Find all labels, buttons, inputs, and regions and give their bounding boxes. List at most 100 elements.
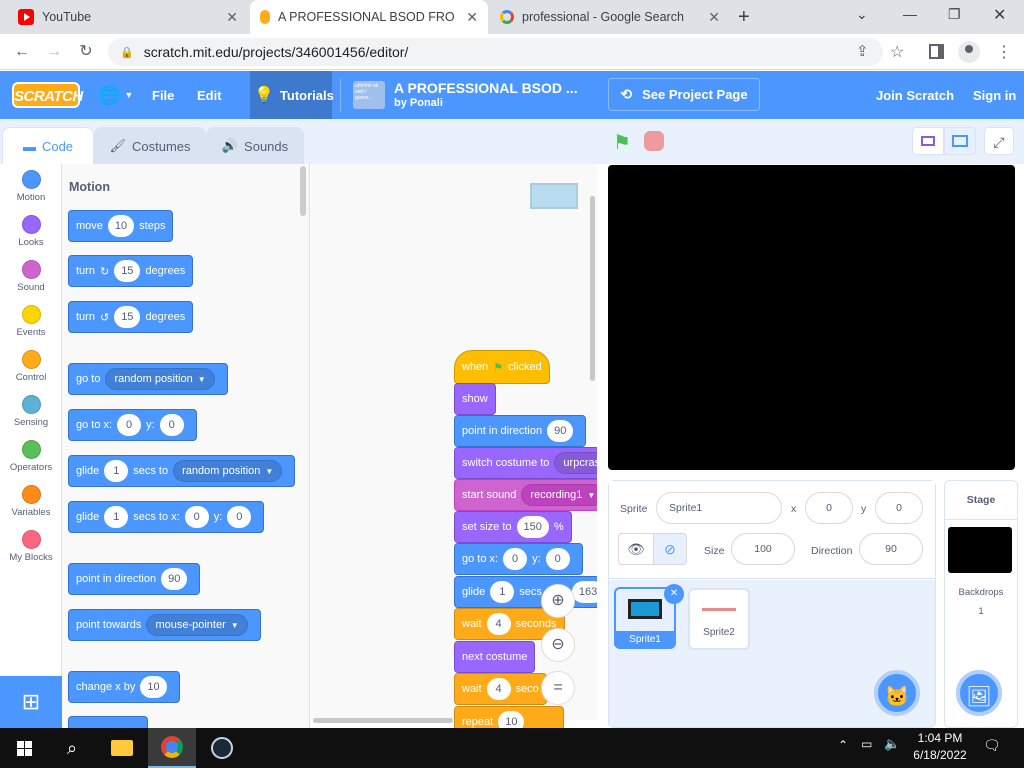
bookmark-star-icon[interactable]: ☆ bbox=[890, 42, 904, 62]
delete-sprite-trash-icon[interactable]: ✕ bbox=[664, 584, 684, 604]
block-input[interactable]: 10 bbox=[498, 711, 525, 728]
block-input[interactable]: 163 bbox=[571, 581, 597, 603]
block-input[interactable]: 0 bbox=[545, 548, 570, 570]
profile-avatar-icon[interactable] bbox=[958, 41, 980, 63]
block-show[interactable]: show bbox=[454, 383, 496, 415]
file-explorer-icon[interactable] bbox=[98, 728, 146, 768]
block-input[interactable]: 1 bbox=[104, 506, 129, 528]
small-stage-button[interactable] bbox=[912, 127, 944, 155]
block-input[interactable]: 0 bbox=[159, 414, 184, 436]
forward-arrow-icon[interactable]: → bbox=[44, 42, 64, 62]
block-dropdown[interactable]: recording1 ▼ bbox=[521, 484, 597, 506]
block-input[interactable]: 4 bbox=[486, 678, 511, 700]
project-title[interactable]: A PROFESSIONAL BSOD ... bbox=[394, 80, 578, 96]
taskbar-date[interactable]: 6/18/2022 bbox=[905, 748, 975, 762]
steam-icon[interactable] bbox=[198, 728, 246, 768]
tutorials-button[interactable]: 💡 Tutorials bbox=[254, 71, 334, 119]
block-dropdown[interactable]: random position ▼ bbox=[173, 460, 283, 482]
address-bar[interactable]: 🔒 scratch.mit.edu/projects/346001456/edi… bbox=[108, 38, 883, 66]
category-variables[interactable]: Variables bbox=[0, 485, 62, 518]
block-start-sound[interactable]: start sound recording1 ▼ bbox=[454, 479, 597, 511]
block-input[interactable]: 15 bbox=[114, 306, 141, 328]
windows-start-icon[interactable] bbox=[0, 728, 48, 768]
hide-sprite-icon[interactable]: ⊘ bbox=[653, 533, 687, 565]
green-flag-icon[interactable]: ⚑ bbox=[613, 130, 631, 155]
language-menu[interactable]: 🌐 ▼ bbox=[98, 71, 133, 119]
block-turn-left[interactable]: turn ↺ 15 degrees bbox=[68, 301, 194, 333]
block-dropdown[interactable]: random position ▼ bbox=[105, 368, 215, 390]
block-point-in-direction[interactable]: point in direction 90 bbox=[454, 415, 587, 447]
zoom-out-button[interactable]: ⊖ bbox=[541, 628, 575, 662]
show-sprite-eye-icon[interactable]: 👁 bbox=[618, 533, 654, 565]
zoom-reset-button[interactable]: = bbox=[541, 671, 575, 705]
join-scratch-link[interactable]: Join Scratch bbox=[876, 71, 954, 119]
sprite-name-field[interactable]: Sprite1 bbox=[656, 492, 782, 524]
block-input[interactable]: 150 bbox=[516, 516, 549, 538]
category-operators[interactable]: Operators bbox=[0, 440, 62, 473]
category-looks[interactable]: Looks bbox=[0, 215, 62, 248]
zoom-in-button[interactable]: ⊕ bbox=[541, 584, 575, 618]
script-horizontal-scrollbar[interactable] bbox=[313, 718, 453, 723]
category-events[interactable]: Events bbox=[0, 305, 62, 338]
block-move-steps[interactable]: move 10 steps bbox=[68, 210, 174, 242]
block-input[interactable]: 1 bbox=[490, 581, 515, 603]
block-input[interactable]: 0 bbox=[184, 506, 209, 528]
block-input[interactable]: 1 bbox=[104, 460, 129, 482]
block-repeat[interactable]: repeat 10 bbox=[454, 706, 564, 728]
choose-sprite-button[interactable]: 🐱 bbox=[874, 670, 920, 716]
category-motion[interactable]: Motion bbox=[0, 170, 62, 203]
block-glide[interactable]: glide 1 secs 163 bbox=[454, 576, 597, 608]
tab-sounds[interactable]: 🔊 Sounds bbox=[206, 127, 304, 164]
close-window-button[interactable]: ✕ bbox=[993, 5, 1006, 25]
block-turn-right[interactable]: turn ↻ 15 degrees bbox=[68, 255, 194, 287]
tab-scratch-project[interactable]: A PROFESSIONAL BSOD FRO ✕ bbox=[250, 0, 488, 34]
block-go-to-xy[interactable]: go to x: 0 y: 0 bbox=[454, 543, 583, 575]
block-set-size[interactable]: set size to 150% bbox=[454, 511, 572, 543]
block-input[interactable]: 15 bbox=[114, 260, 141, 282]
x-field[interactable]: 0 bbox=[805, 492, 853, 524]
block-input[interactable]: 4 bbox=[486, 613, 511, 635]
block-input[interactable]: 10 bbox=[140, 676, 167, 698]
block-partial[interactable] bbox=[68, 716, 148, 728]
direction-field[interactable]: 90 bbox=[859, 533, 923, 565]
block-dropdown[interactable]: mouse-pointer ▼ bbox=[146, 614, 248, 636]
block-input[interactable]: 0 bbox=[117, 414, 142, 436]
block-point-in-direction[interactable]: point in direction 90 bbox=[68, 563, 201, 595]
side-panel-icon[interactable] bbox=[929, 44, 944, 59]
add-extension-button[interactable]: ⊞ bbox=[0, 676, 62, 728]
backdrop-thumbnail[interactable] bbox=[948, 527, 1012, 573]
scratch-logo[interactable]: SCRATCH bbox=[12, 82, 83, 108]
block-input[interactable]: 90 bbox=[547, 420, 574, 442]
choose-backdrop-button[interactable]: 🖼 bbox=[956, 670, 1002, 716]
back-arrow-icon[interactable]: ← bbox=[12, 42, 32, 62]
category-sound[interactable]: Sound bbox=[0, 260, 62, 293]
close-tab-icon[interactable]: ✕ bbox=[458, 8, 478, 26]
sign-in-link[interactable]: Sign in bbox=[973, 71, 1016, 119]
project-author[interactable]: by Ponali bbox=[394, 97, 443, 109]
category-sensing[interactable]: Sensing bbox=[0, 395, 62, 428]
tab-youtube[interactable]: YouTube ✕ bbox=[8, 0, 248, 34]
chrome-icon[interactable] bbox=[148, 728, 196, 768]
y-field[interactable]: 0 bbox=[875, 492, 923, 524]
block-input[interactable]: 0 bbox=[227, 506, 252, 528]
see-project-page-button[interactable]: ⟲ See Project Page bbox=[608, 78, 760, 111]
tab-google-search[interactable]: professional - Google Search ✕ bbox=[490, 0, 730, 34]
tab-search-icon[interactable]: ⌄ bbox=[856, 6, 868, 23]
tab-costumes[interactable]: 🖌 Costumes bbox=[94, 127, 206, 164]
stop-sign-icon[interactable] bbox=[644, 131, 664, 151]
sprite-tile[interactable]: Sprite2 bbox=[688, 588, 750, 650]
block-point-towards[interactable]: point towards mouse-pointer ▼ bbox=[68, 609, 261, 641]
large-stage-button[interactable] bbox=[944, 127, 976, 155]
block-glide-to-xy[interactable]: glide 1 secs to x: 0 y: 0 bbox=[68, 501, 265, 533]
block-go-to-xy[interactable]: go to x: 0 y: 0 bbox=[68, 409, 197, 441]
block-when-flag-clicked[interactable]: when ⚑ clicked bbox=[454, 350, 550, 384]
block-input[interactable]: 90 bbox=[161, 568, 188, 590]
reload-icon[interactable]: ↻ bbox=[76, 42, 96, 62]
file-menu[interactable]: File bbox=[152, 71, 174, 119]
block-next-costume[interactable]: next costume bbox=[454, 641, 536, 673]
minimize-button[interactable]: — bbox=[903, 6, 917, 22]
block-switch-costume[interactable]: switch costume to urpcrash bbox=[454, 447, 597, 479]
notification-icon[interactable]: 🗨 bbox=[983, 737, 1001, 754]
block-glide-to[interactable]: glide 1 secs to random position ▼ bbox=[68, 455, 296, 487]
share-icon[interactable]: ⇪ bbox=[856, 42, 869, 60]
